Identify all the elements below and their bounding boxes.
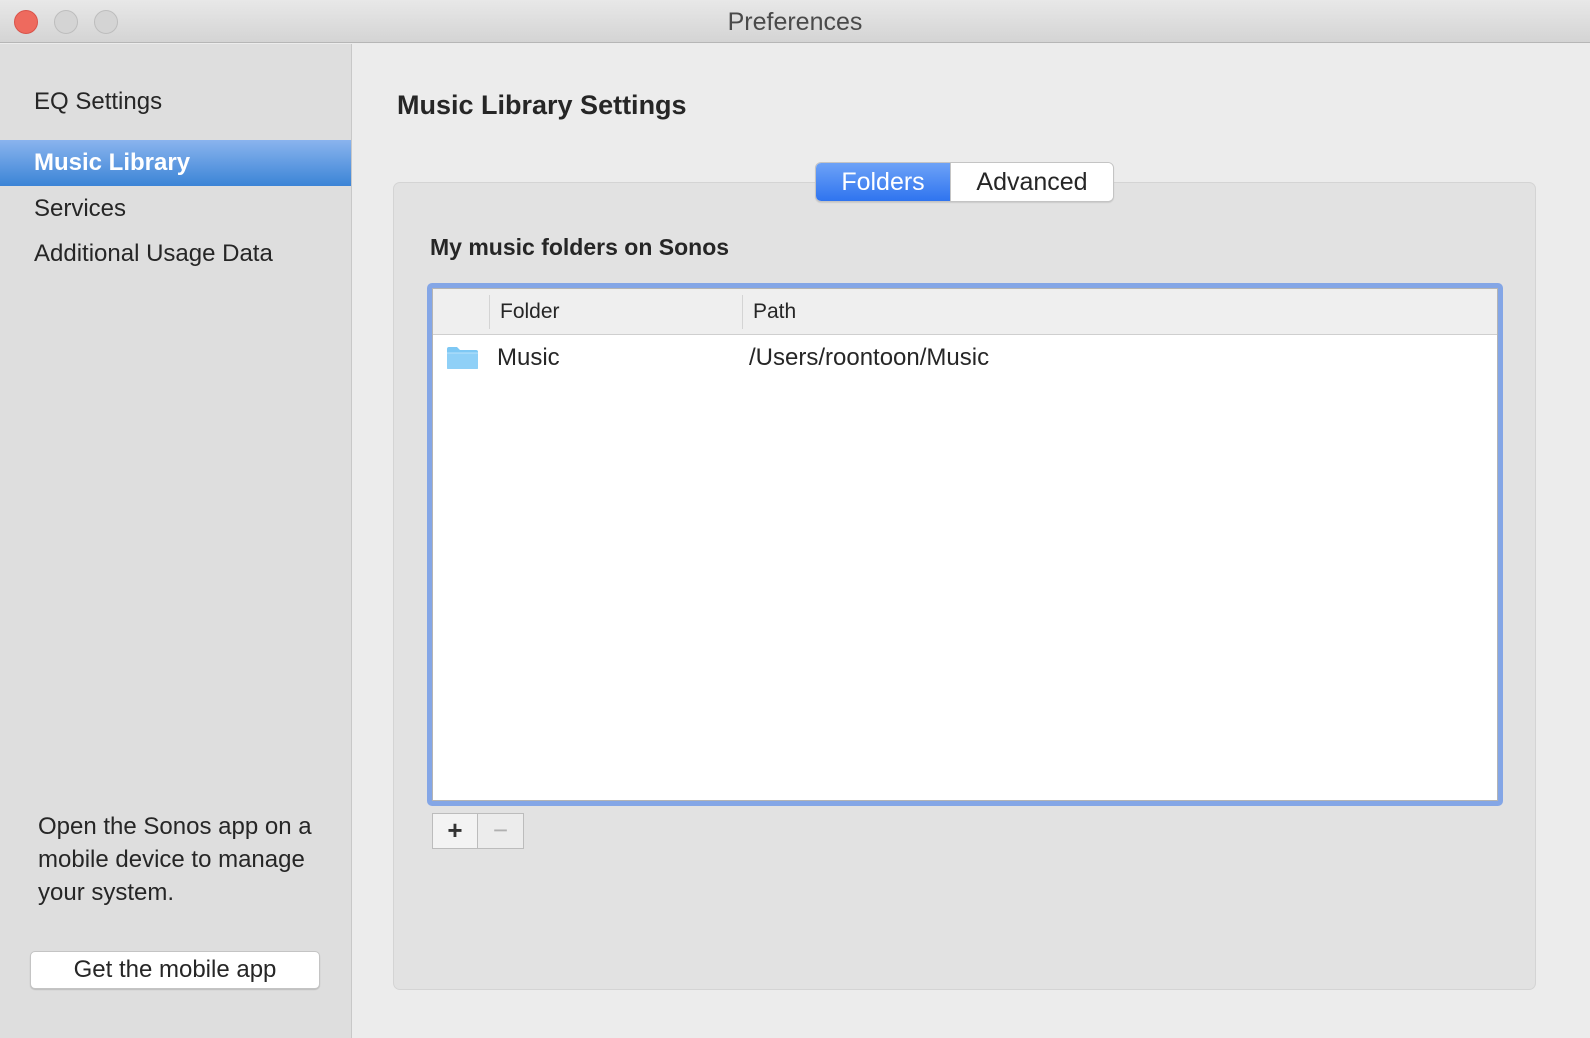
- get-mobile-app-button[interactable]: Get the mobile app: [30, 951, 320, 989]
- main-panel: Music Library Settings Folders Advanced …: [353, 44, 1590, 1038]
- folder-name-cell: Music: [497, 344, 560, 371]
- sidebar-item-music-library[interactable]: Music Library: [0, 140, 351, 186]
- window-title: Preferences: [727, 8, 863, 36]
- folders-table[interactable]: Folder Path Music /Users/roontoon/Music: [427, 283, 1503, 806]
- sidebar-item-services[interactable]: Services: [0, 186, 351, 232]
- column-header-icon[interactable]: [433, 289, 489, 335]
- add-remove-controls: + −: [432, 813, 524, 849]
- column-header-folder[interactable]: Folder: [490, 289, 742, 335]
- tab-advanced[interactable]: Advanced: [950, 163, 1113, 201]
- remove-folder-button[interactable]: −: [478, 813, 524, 849]
- folder-icon: [447, 347, 478, 369]
- add-folder-button[interactable]: +: [432, 813, 478, 849]
- mobile-app-note: Open the Sonos app on a mobile device to…: [38, 813, 312, 906]
- sidebar-item-eq-settings[interactable]: EQ Settings: [0, 79, 351, 125]
- table-header: Folder Path: [433, 289, 1497, 335]
- sidebar-item-additional-usage-data[interactable]: Additional Usage Data: [0, 231, 351, 277]
- tab-folders[interactable]: Folders: [816, 163, 950, 201]
- section-label: My music folders on Sonos: [430, 234, 730, 260]
- page-title: Music Library Settings: [397, 90, 687, 120]
- column-header-path[interactable]: Path: [743, 289, 1443, 335]
- title-bar: Preferences: [0, 0, 1590, 43]
- table-body: Folder Path Music /Users/roontoon/Music: [432, 288, 1498, 801]
- folder-path-cell: /Users/roontoon/Music: [749, 344, 990, 371]
- sidebar: EQ Settings Music Library Services Addit…: [0, 44, 352, 1038]
- tab-control: Folders Advanced: [815, 162, 1114, 202]
- table-row[interactable]: Music /Users/roontoon/Music: [433, 336, 1497, 380]
